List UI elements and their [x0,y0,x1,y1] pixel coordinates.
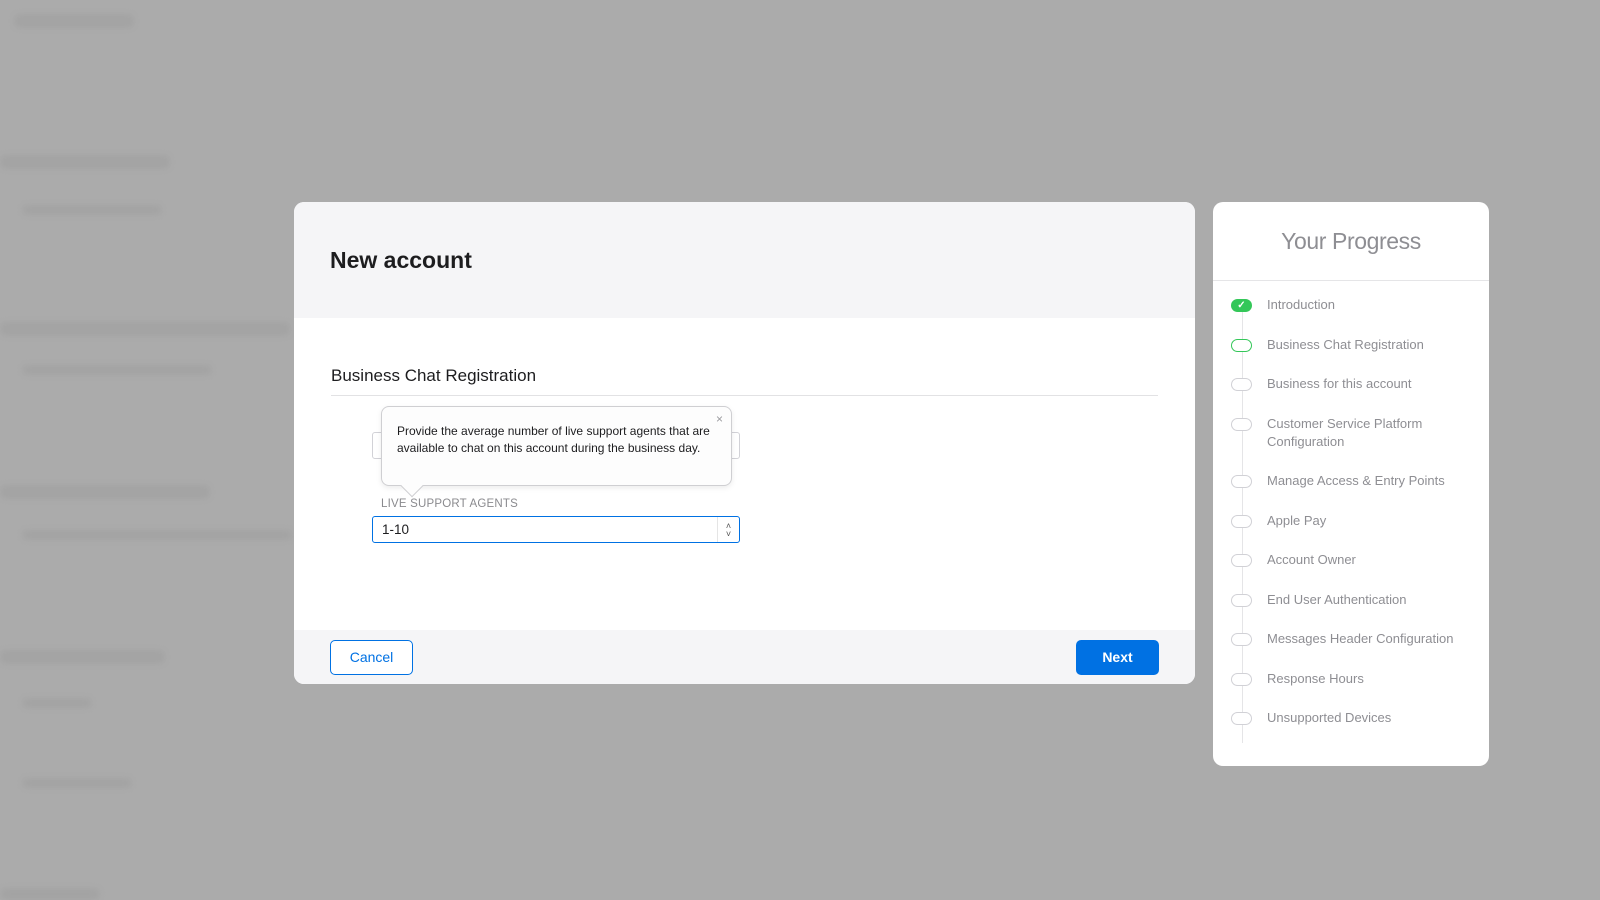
progress-step: ✓ Introduction [1213,296,1489,314]
progress-step: Apple Pay [1213,512,1489,530]
step-label: Manage Access & Entry Points [1267,473,1445,488]
pending-step-icon [1231,712,1252,725]
progress-panel: Your Progress ✓ Introduction Business Ch… [1213,202,1489,766]
progress-step: Messages Header Configuration [1213,630,1489,648]
pending-step-icon [1231,417,1252,431]
progress-step: Account Owner [1213,551,1489,569]
pending-step-icon [1231,672,1252,686]
background-content [22,698,92,708]
pending-step-icon [1231,514,1252,528]
step-label: Response Hours [1267,670,1364,686]
step-label: Apple Pay [1267,512,1327,528]
background-content [0,155,170,169]
progress-title: Your Progress [1213,202,1489,281]
close-icon[interactable]: × [716,412,723,426]
tooltip-text: Provide the average number of live suppo… [397,424,710,455]
step-label: Customer Service Platform Configuration [1267,415,1423,449]
cancel-button[interactable]: Cancel [330,639,413,675]
background-content [22,778,132,788]
progress-step: Business Chat Registration [1213,336,1489,354]
background-content [0,650,165,664]
progress-step: Business for this account [1213,375,1489,393]
dialog-header: New account [294,202,1195,318]
live-support-agents-select[interactable]: 1-10 ˄ ˅ [372,516,740,543]
dialog-footer: Cancel Next [294,630,1195,684]
select-value: 1-10 [382,522,410,537]
background-content [22,530,292,540]
background-content [0,888,100,900]
step-label: End User Authentication [1267,591,1407,607]
step-label: Unsupported Devices [1267,710,1392,725]
step-label: Introduction [1267,297,1335,312]
progress-step: Unsupported Devices [1213,709,1489,727]
step-label: Business Chat Registration [1267,336,1424,352]
help-tooltip: Provide the average number of live suppo… [381,406,732,498]
progress-step: Response Hours [1213,670,1489,688]
chevron-up-down-icon: ˄ ˅ [717,517,739,542]
background-content [0,485,210,499]
pending-step-icon [1231,475,1252,488]
background-content [0,322,290,336]
pending-step-icon [1231,633,1252,646]
progress-step: End User Authentication [1213,591,1489,609]
background-content [22,205,162,215]
new-account-dialog: New account Business Chat Registration P… [294,202,1195,684]
dialog-body: Business Chat Registration Provide the a… [294,318,1195,630]
live-support-agents-label: LIVE SUPPORT AGENTS [381,498,518,510]
progress-steps: ✓ Introduction Business Chat Registratio… [1213,281,1489,743]
progress-step: Manage Access & Entry Points [1213,472,1489,490]
dialog-title: New account [330,246,472,273]
background-content [14,14,134,28]
pending-step-icon [1231,378,1252,391]
current-step-icon [1231,338,1252,352]
next-button[interactable]: Next [1076,639,1159,675]
progress-step: Customer Service Platform Configuration [1213,415,1489,451]
pending-step-icon [1231,593,1252,607]
step-label: Messages Header Configuration [1267,631,1454,646]
background-content [22,365,212,375]
checkmark-icon: ✓ [1231,299,1252,312]
step-label: Account Owner [1267,552,1356,567]
pending-step-icon [1231,554,1252,567]
tooltip-tail [400,474,424,498]
section-title: Business Chat Registration [331,366,1158,396]
step-label: Business for this account [1267,376,1412,391]
